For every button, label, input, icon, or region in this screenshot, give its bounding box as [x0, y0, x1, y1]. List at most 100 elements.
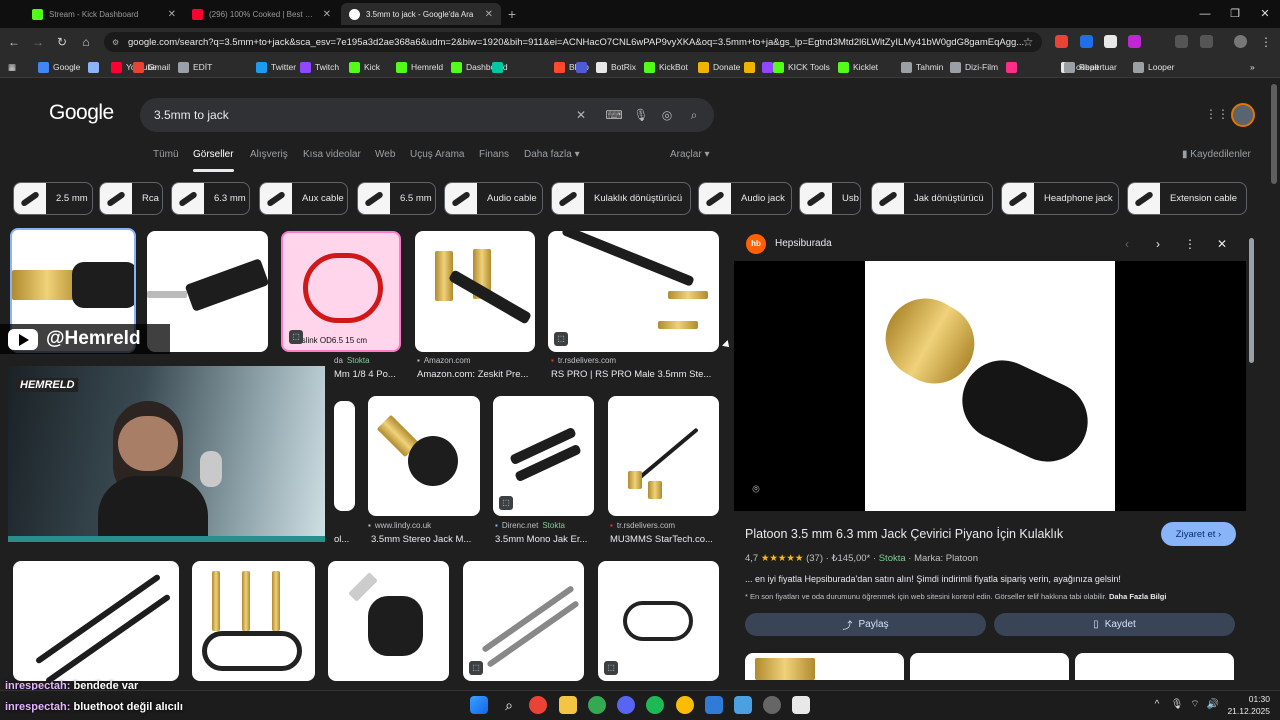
site-info-icon[interactable]: ⚙	[112, 38, 119, 47]
image-result[interactable]: ⬚	[548, 231, 719, 352]
chrome-icon[interactable]	[529, 696, 547, 714]
saved-button[interactable]: ▮ Kaydedilenler	[1182, 149, 1251, 160]
spotify-icon[interactable]	[646, 696, 664, 714]
refine-chip[interactable]: Jak dönüştürücü	[871, 182, 993, 215]
account-avatar[interactable]	[1231, 103, 1255, 127]
tab-kick-dashboard[interactable]: Stream - Kick Dashboard ✕	[24, 3, 184, 25]
panel-site-name[interactable]: Hepsiburada	[775, 238, 832, 249]
share-button[interactable]: ⤴ Paylaş	[745, 613, 986, 636]
bookmark-item[interactable]	[576, 60, 591, 74]
discord-icon[interactable]	[617, 696, 635, 714]
back-icon[interactable]: ←	[4, 32, 24, 52]
lens-icon[interactable]: ◎	[658, 106, 676, 124]
image-result[interactable]	[608, 396, 719, 516]
apps-icon[interactable]: ▦	[8, 60, 16, 74]
network-icon[interactable]: ⌔	[1186, 696, 1204, 714]
extension-icon[interactable]	[1080, 35, 1093, 48]
extensions-menu-icon[interactable]	[1175, 35, 1188, 48]
refine-chip[interactable]: Kulaklık dönüştürücü	[551, 182, 691, 215]
bookmark-item[interactable]	[744, 60, 759, 74]
extensions-puzzle-icon[interactable]	[1200, 35, 1213, 48]
bookmark-item[interactable]: KickBot	[644, 60, 688, 74]
tab-google-search[interactable]: 3.5mm to jack - Google'da Ara ✕	[341, 3, 501, 25]
extension-icon[interactable]	[1128, 35, 1141, 48]
bookmark-item[interactable]: Google	[38, 60, 80, 74]
refine-chip[interactable]: Audio jack	[698, 182, 792, 215]
search-icon[interactable]: ⌕	[685, 106, 703, 124]
result-source[interactable]: ▪ tr.rsdelivers.com	[551, 356, 616, 365]
result-source[interactable]: ▪ tr.rsdelivers.com	[610, 521, 675, 530]
image-result[interactable]: ⬚	[598, 561, 719, 681]
preview-image[interactable]	[865, 261, 1115, 511]
address-bar[interactable]: ⚙ google.com/search?q=3.5mm+to+jack&sca_…	[104, 32, 1042, 52]
more-info-link[interactable]: Daha Fazla Bilgi	[1109, 592, 1167, 601]
tools-button[interactable]: Araçlar ▾	[670, 149, 709, 160]
bookmark-item[interactable]	[492, 60, 507, 74]
keyboard-icon[interactable]: ⌨	[605, 106, 623, 124]
refine-chip[interactable]: Audio cable	[444, 182, 543, 215]
reload-icon[interactable]: ↻	[52, 32, 72, 52]
lens-icon[interactable]: ⌾	[747, 480, 765, 498]
refine-chip[interactable]: 2.5 mm	[13, 182, 93, 215]
refine-chip[interactable]: 6.5 mm	[357, 182, 436, 215]
browser-menu-icon[interactable]: ⋮	[1256, 32, 1276, 52]
minimize-button[interactable]: —	[1190, 0, 1220, 28]
search-tab[interactable]: Finans	[479, 149, 509, 160]
image-result[interactable]	[192, 561, 315, 681]
forward-icon[interactable]: →	[28, 32, 48, 52]
related-image[interactable]	[745, 653, 904, 680]
extension-icon[interactable]	[1104, 35, 1117, 48]
search-input[interactable]: 3.5mm to jack	[140, 98, 714, 132]
product-title[interactable]: Platoon 3.5 mm 6.3 mm Jack Çevirici Piya…	[745, 527, 1063, 541]
page-scrollbar[interactable]	[1271, 84, 1277, 184]
bookmark-star-icon[interactable]: ☆	[1018, 32, 1038, 52]
system-clock[interactable]: 01:30 21.12.2025	[1226, 693, 1270, 717]
bookmark-item[interactable]: EDİT	[178, 60, 212, 74]
bookmark-item[interactable]: Twitch	[300, 60, 339, 74]
bookmark-item[interactable]: Twitter	[256, 60, 296, 74]
close-icon[interactable]: ✕	[168, 9, 176, 20]
refine-chip[interactable]: Rca	[99, 182, 163, 215]
visit-button[interactable]: Ziyaret et ›	[1161, 522, 1236, 546]
refine-chip[interactable]: Usb	[799, 182, 861, 215]
close-icon[interactable]: ✕	[485, 9, 493, 20]
search-tab[interactable]: Alışveriş	[250, 149, 288, 160]
microphone-icon[interactable]: 🎙	[632, 106, 650, 124]
start-icon[interactable]	[470, 696, 488, 714]
clear-icon[interactable]: ✕	[572, 106, 590, 124]
result-title[interactable]: RS PRO | RS PRO Male 3.5mm Ste...	[551, 369, 719, 380]
refine-chip[interactable]: Headphone jack	[1001, 182, 1119, 215]
search-icon[interactable]: ⌕	[500, 696, 518, 714]
close-icon[interactable]: ✕	[323, 9, 331, 20]
bookmark-item[interactable]	[88, 60, 103, 74]
bookmarks-overflow-icon[interactable]: »	[1250, 60, 1255, 74]
close-window-button[interactable]: ✕	[1250, 0, 1280, 28]
refine-chip[interactable]: Aux cable	[259, 182, 348, 215]
image-result[interactable]: toslink OD6.5 15 cm ⬚	[281, 231, 401, 352]
result-title[interactable]: 3.5mm Stereo Jack M...	[371, 534, 480, 545]
bookmark-item[interactable]: Dizi-Film	[950, 60, 998, 74]
result-title[interactable]: Mm 1/8 4 Po...	[334, 369, 406, 380]
search-tab[interactable]: Daha fazla ▾	[524, 149, 580, 160]
result-title[interactable]: Amazon.com: Zeskit Pre...	[417, 369, 535, 380]
next-icon[interactable]: ›	[1149, 235, 1167, 253]
bookmark-item[interactable]	[1006, 60, 1021, 74]
extension-icon[interactable]	[1055, 35, 1068, 48]
save-button[interactable]: ▯ Kaydet	[994, 613, 1235, 636]
chrome-profile-icon[interactable]	[676, 696, 694, 714]
result-source[interactable]: ▪ Direnc.net Stokta	[495, 521, 565, 530]
image-result[interactable]	[328, 561, 449, 681]
search-tab[interactable]: Kısa videolar	[303, 149, 361, 160]
result-title[interactable]: 3.5mm Mono Jak Er...	[495, 534, 595, 545]
image-result[interactable]: ⬚	[493, 396, 594, 516]
tray-overflow-icon[interactable]: ^	[1148, 696, 1166, 714]
file-explorer-icon[interactable]	[559, 696, 577, 714]
result-source[interactable]: ▪ www.lindy.co.uk	[368, 521, 431, 530]
image-result[interactable]	[368, 396, 480, 516]
app-icon[interactable]	[792, 696, 810, 714]
result-source[interactable]: ▪ Amazon.com	[417, 356, 471, 365]
tab-youtube[interactable]: (296) 100% Cooked | Best Fails ✕	[184, 3, 339, 25]
app-icon[interactable]	[763, 696, 781, 714]
search-tab[interactable]: Uçuş Arama	[410, 149, 464, 160]
panel-scrollbar[interactable]	[1249, 238, 1254, 363]
